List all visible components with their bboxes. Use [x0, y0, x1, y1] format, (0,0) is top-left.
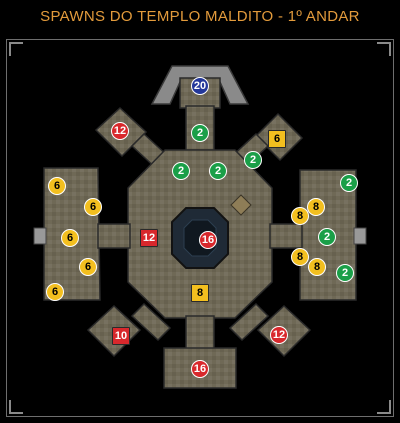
spawn-marker-red-12: 12: [270, 326, 288, 344]
spawn-marker-yellow-6: 6: [79, 258, 97, 276]
spawn-marker-red-10: 10: [112, 327, 130, 345]
east-gate: [353, 227, 367, 245]
spawn-marker-yellow-6: 6: [46, 283, 64, 301]
spawn-marker-green-2: 2: [318, 228, 336, 246]
spawn-marker-red-12: 12: [111, 122, 129, 140]
spawn-marker-blue-20: 20: [191, 77, 209, 95]
spawn-marker-red-16: 16: [191, 360, 209, 378]
spawn-marker-yellow-8: 8: [308, 258, 326, 276]
spawn-marker-green-2: 2: [244, 151, 262, 169]
spawn-marker-yellow-8: 8: [307, 198, 325, 216]
spawn-marker-yellow-8: 8: [191, 284, 209, 302]
spawn-marker-red-12: 12: [140, 229, 158, 247]
spawn-marker-green-2: 2: [209, 162, 227, 180]
spawn-marker-green-2: 2: [172, 162, 190, 180]
spawn-marker-yellow-6: 6: [84, 198, 102, 216]
spawn-marker-yellow-8: 8: [291, 207, 309, 225]
spawn-marker-green-2: 2: [336, 264, 354, 282]
south-corridor: [185, 315, 215, 353]
west-corridor: [97, 223, 131, 249]
spawn-marker-yellow-8: 8: [291, 248, 309, 266]
spawn-marker-yellow-6: 6: [48, 177, 66, 195]
spawn-marker-yellow-6: 6: [268, 130, 286, 148]
west-gate: [33, 227, 47, 245]
spawn-marker-green-2: 2: [340, 174, 358, 192]
spawn-marker-green-2: 2: [191, 124, 209, 142]
east-corridor: [269, 223, 303, 249]
spawn-marker-red-16: 16: [199, 231, 217, 249]
spawn-marker-yellow-6: 6: [61, 229, 79, 247]
